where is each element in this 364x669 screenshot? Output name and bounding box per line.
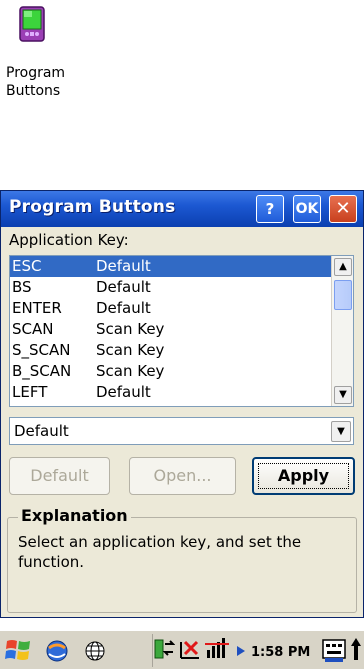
list-item[interactable]: LEFT Default (10, 382, 331, 403)
list-item-key: ESC (12, 257, 42, 275)
explanation-text: Select an application key, and set the f… (18, 533, 302, 571)
list-scrollbar[interactable]: ▲ ▼ (331, 256, 353, 406)
globe-icon[interactable] (82, 638, 108, 664)
list-item-function: Scan Key (96, 362, 165, 380)
scroll-up-arrow-icon[interactable]: ▲ (334, 258, 352, 276)
list-item[interactable]: ENTER Default (10, 298, 331, 319)
window-title: Program Buttons (9, 197, 176, 217)
taskbar: 1:58 PM (0, 630, 364, 669)
desktop-icon-label: Program Buttons (6, 64, 80, 100)
scroll-down-arrow-icon[interactable]: ▼ (334, 386, 352, 404)
connectivity-icon[interactable] (44, 638, 70, 664)
list-item[interactable]: B_SCAN Scan Key (10, 361, 331, 382)
function-select[interactable]: Default ▼ (9, 417, 354, 445)
list-item[interactable]: BS Default (10, 277, 331, 298)
default-button[interactable]: Default (9, 457, 110, 495)
list-item-key: ENTER (12, 299, 62, 317)
network-disconnected-icon[interactable] (177, 636, 203, 664)
focus-rectangle (258, 463, 349, 489)
explanation-group: Explanation Select an application key, a… (7, 506, 357, 613)
scroll-thumb[interactable] (334, 280, 352, 310)
function-select-value: Default (14, 422, 69, 440)
list-item-function: Default (96, 383, 151, 401)
program-buttons-window: Program Buttons ? OK ✕ Application Key: … (0, 190, 364, 618)
sync-status-icon[interactable] (153, 636, 175, 664)
input-method-up-arrow-icon[interactable] (349, 636, 363, 664)
tray-expand-arrow-icon[interactable] (235, 644, 247, 658)
list-item-function: Scan Key (96, 341, 165, 359)
list-item-key: LEFT (12, 383, 48, 401)
close-button[interactable]: ✕ (329, 195, 357, 223)
desktop-icon-label-line1: Program (6, 65, 66, 81)
list-item-function: Default (96, 299, 151, 317)
desktop-shortcut-program-buttons[interactable]: Program Buttons (4, 2, 78, 99)
list-item-key: S_SCAN (12, 341, 71, 359)
signal-strength-icon[interactable] (205, 636, 231, 664)
start-windows-icon[interactable] (4, 637, 34, 663)
list-item[interactable]: SCAN Scan Key (10, 319, 331, 340)
list-item-key: BS (12, 278, 32, 296)
list-item-function: Scan Key (96, 320, 165, 338)
list-item[interactable]: ESC Default (10, 256, 331, 277)
explanation-title: Explanation (18, 506, 131, 525)
list-item-key: B_SCAN (12, 362, 72, 380)
list-item[interactable]: Default (10, 403, 331, 406)
system-tray: 1:58 PM (152, 634, 364, 667)
list-item[interactable]: S_SCAN Scan Key (10, 340, 331, 361)
list-item-key: SCAN (12, 320, 54, 338)
help-button[interactable]: ? (256, 195, 284, 223)
clock-time[interactable]: 1:58 PM (251, 645, 310, 660)
desktop-icon-label-line2: Buttons (6, 83, 61, 99)
ok-button[interactable]: OK (293, 195, 321, 223)
input-panel-keyboard-icon[interactable] (321, 636, 347, 664)
dropdown-arrow-icon[interactable]: ▼ (331, 421, 351, 442)
list-item-function: Default (96, 257, 151, 275)
application-key-list[interactable]: ESC Default BS Default ENTER Default SCAN Scan … (9, 255, 354, 407)
application-key-label: Application Key: (9, 231, 129, 249)
apply-button[interactable]: Apply (252, 457, 355, 495)
program-buttons-icon (18, 6, 46, 42)
list-item-function: Default (96, 278, 151, 296)
application-key-rows: ESC Default BS Default ENTER Default SCAN Scan … (10, 256, 331, 406)
open-button[interactable]: Open... (129, 457, 236, 495)
title-bar[interactable]: Program Buttons ? OK ✕ (1, 191, 363, 227)
list-item-function: Default (96, 403, 151, 406)
